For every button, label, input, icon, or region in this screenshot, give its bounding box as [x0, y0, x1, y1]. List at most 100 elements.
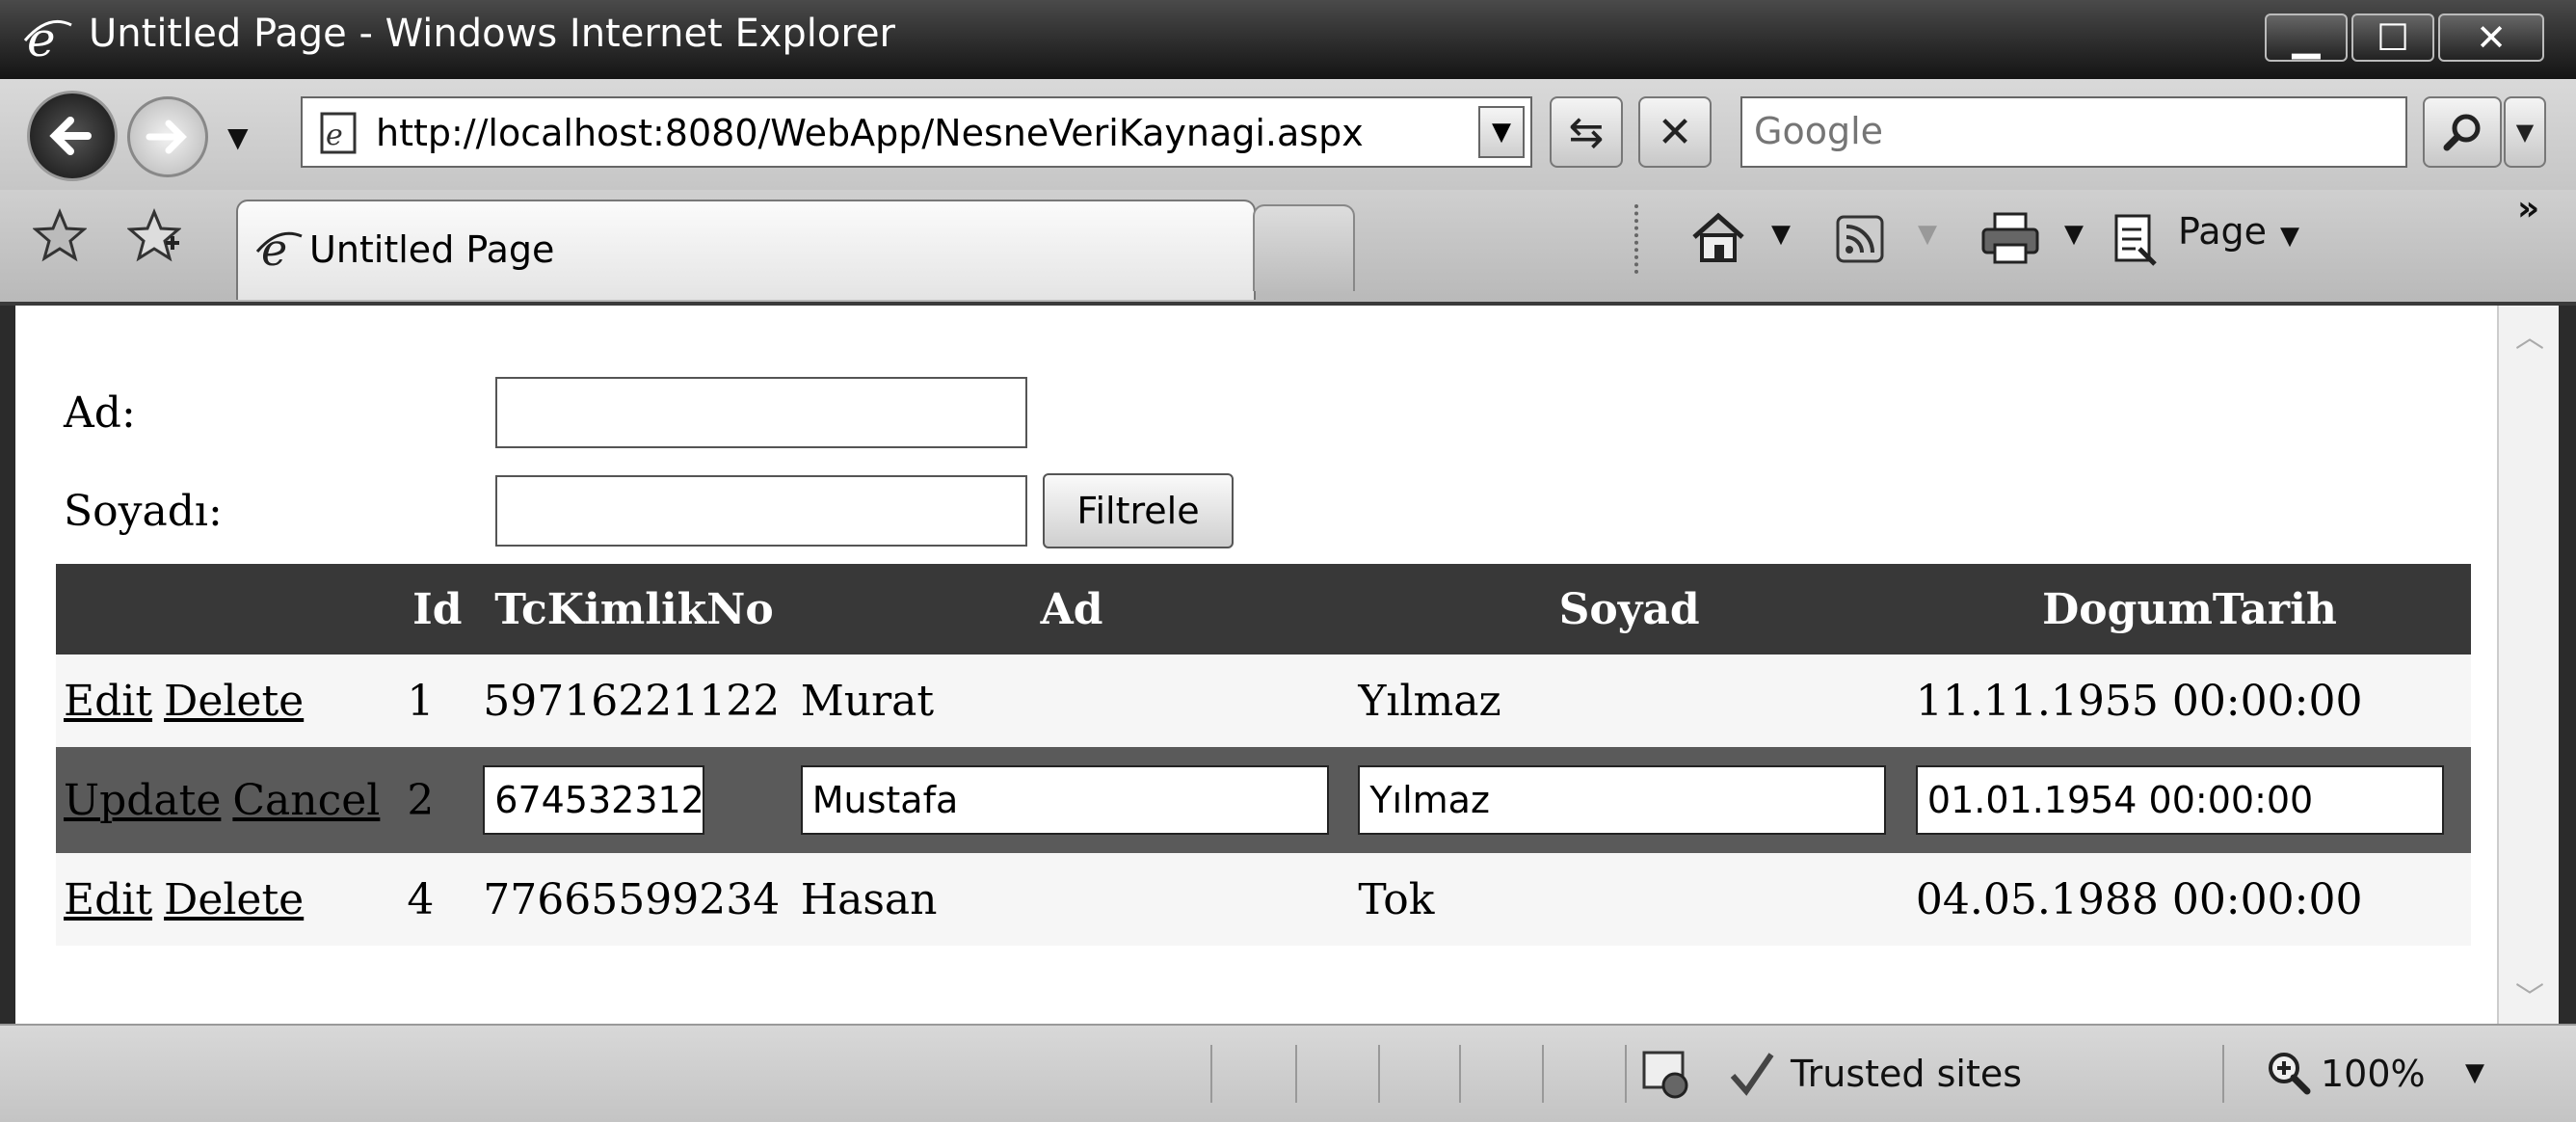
- svg-text:e: e: [261, 225, 287, 273]
- tckimlikno-field[interactable]: 674532312: [483, 765, 705, 835]
- soyadi-label: Soyadı:: [64, 487, 223, 536]
- page-icon: e: [320, 112, 357, 154]
- cancel-link[interactable]: Cancel: [232, 776, 380, 825]
- tab-untitled-page[interactable]: e Untitled Page: [236, 200, 1256, 300]
- stop-button[interactable]: ✕: [1638, 96, 1712, 168]
- scroll-up-icon[interactable]: ︿: [2510, 315, 2549, 355]
- zoom-level[interactable]: 100%: [2321, 1053, 2426, 1095]
- add-favorites-icon[interactable]: [127, 208, 181, 262]
- cell-soyad-edit: Yılmaz: [1350, 747, 1908, 853]
- address-bar[interactable]: e http://localhost:8080/WebApp/NesneVeri…: [301, 96, 1532, 168]
- trusted-check-icon: [1730, 1053, 1774, 1096]
- scroll-down-icon[interactable]: ﹀: [2510, 975, 2549, 1015]
- row-actions: Edit Delete: [56, 853, 400, 946]
- delete-link[interactable]: Delete: [164, 875, 304, 924]
- ad-label: Ad:: [64, 388, 136, 438]
- maximize-button[interactable]: ☐: [2351, 13, 2434, 62]
- table-row: Edit Delete 4 77665599234 Hasan Tok 04.05…: [56, 853, 2471, 946]
- table-row-editing: Update Cancel 2 674532312 Mustafa Yılmaz …: [56, 747, 2471, 853]
- cell-tckimlikno: 59716221122: [475, 654, 793, 747]
- col-header-ad: Ad: [792, 564, 1351, 654]
- grid-header-row: Id TcKimlikNo Ad Soyad DogumTarih: [56, 564, 2471, 654]
- print-dropdown-icon[interactable]: ▼: [2064, 220, 2084, 249]
- cell-soyad: Yılmaz: [1350, 654, 1908, 747]
- search-box[interactable]: [1740, 96, 2407, 168]
- col-header-id: Id: [399, 564, 476, 654]
- cell-ad: Hasan: [792, 853, 1351, 946]
- cell-dogumtarih: 11.11.1955 00:00:00: [1907, 654, 2471, 747]
- vertical-scrollbar[interactable]: ︿ ﹀: [2497, 306, 2559, 1024]
- page-dropdown-icon[interactable]: ▼: [2280, 222, 2299, 251]
- ad-field[interactable]: Mustafa: [800, 765, 1329, 835]
- browser-window: e Untitled Page - Windows Internet Explo…: [0, 0, 2576, 1122]
- ie-logo-icon: e: [23, 12, 72, 66]
- status-bar: Trusted sites 100% ▼: [0, 1024, 2576, 1122]
- row-actions: Edit Delete: [56, 654, 400, 747]
- feeds-dropdown-icon[interactable]: ▼: [1918, 220, 1937, 249]
- cell-dogumtarih: 04.05.1988 00:00:00: [1907, 853, 2471, 946]
- url-text[interactable]: http://localhost:8080/WebApp/NesneVeriKa…: [376, 112, 1364, 154]
- soyad-field[interactable]: Yılmaz: [1358, 765, 1887, 835]
- ad-input[interactable]: [495, 377, 1027, 448]
- new-tab-button[interactable]: [1253, 204, 1355, 291]
- feeds-icon[interactable]: [1835, 214, 1885, 264]
- maximize-icon: ☐: [2376, 16, 2410, 59]
- page-menu-icon[interactable]: [2111, 212, 2161, 266]
- status-separator: [2222, 1045, 2224, 1103]
- soyadi-input[interactable]: [495, 475, 1027, 547]
- home-dropdown-icon[interactable]: ▼: [1771, 220, 1791, 249]
- cell-id: 1: [399, 654, 476, 747]
- status-separator: [1542, 1045, 1544, 1103]
- minimize-button[interactable]: ▁: [2265, 13, 2348, 62]
- cell-dogumtarih-edit: 01.01.1954 00:00:00: [1907, 747, 2471, 853]
- tab-label: Untitled Page: [309, 228, 555, 271]
- forward-button[interactable]: [127, 96, 208, 177]
- security-zone-label[interactable]: Trusted sites: [1791, 1053, 2022, 1095]
- stop-icon: ✕: [1657, 107, 1693, 157]
- svg-text:e: e: [27, 12, 56, 66]
- refresh-button[interactable]: ⇆: [1550, 96, 1623, 168]
- protected-mode-icon[interactable]: [1640, 1047, 1690, 1101]
- print-icon[interactable]: [1979, 210, 2041, 266]
- data-grid: Id TcKimlikNo Ad Soyad DogumTarih Edit De…: [56, 564, 2471, 946]
- address-dropdown-icon[interactable]: ▼: [1478, 106, 1525, 158]
- zoom-dropdown-icon[interactable]: ▼: [2465, 1058, 2484, 1087]
- home-icon[interactable]: [1688, 210, 1748, 264]
- col-header-tckimlikno: TcKimlikNo: [475, 564, 793, 654]
- delete-link[interactable]: Delete: [164, 677, 304, 726]
- col-header-soyad: Soyad: [1350, 564, 1908, 654]
- status-separator: [1378, 1045, 1380, 1103]
- dogumtarih-field[interactable]: 01.01.1954 00:00:00: [1915, 765, 2444, 835]
- search-magnifier-icon: [2443, 114, 2481, 151]
- edit-link[interactable]: Edit: [64, 677, 152, 726]
- zoom-icon: [2269, 1053, 2311, 1095]
- svg-text:e: e: [326, 119, 343, 152]
- table-row: Edit Delete 1 59716221122 Murat Yılmaz 11…: [56, 654, 2471, 747]
- toolbar-separator: [1634, 204, 1642, 274]
- search-input[interactable]: [1742, 98, 2392, 164]
- close-icon: ✕: [2476, 16, 2507, 59]
- status-separator: [1625, 1045, 1627, 1103]
- recent-pages-dropdown-icon[interactable]: ▼: [227, 121, 249, 153]
- back-button[interactable]: [27, 91, 118, 181]
- search-options-icon[interactable]: ▼: [2504, 96, 2546, 168]
- col-header-dogumtarih: DogumTarih: [1907, 564, 2471, 654]
- search-button[interactable]: [2423, 96, 2502, 168]
- col-header-actions: [56, 564, 400, 654]
- page-menu-label[interactable]: Page: [2178, 210, 2267, 253]
- edit-link[interactable]: Edit: [64, 875, 152, 924]
- cell-tckimlikno: 77665599234: [475, 853, 793, 946]
- chevron-more-icon[interactable]: »: [2517, 189, 2539, 228]
- cell-soyad: Tok: [1350, 853, 1908, 946]
- favorites-star-icon[interactable]: [33, 208, 87, 262]
- minimize-icon: ▁: [2292, 16, 2321, 59]
- cell-tckimlikno-edit: 674532312: [475, 747, 793, 853]
- close-window-button[interactable]: ✕: [2438, 13, 2544, 62]
- cell-id: 4: [399, 853, 476, 946]
- title-bar: e Untitled Page - Windows Internet Explo…: [0, 0, 2576, 79]
- status-separator: [1295, 1045, 1297, 1103]
- filtrele-button[interactable]: Filtrele: [1043, 473, 1234, 548]
- page-content: Ad: Soyadı: Filtrele Id TcKimlikNo Ad So…: [15, 306, 2497, 1024]
- update-link[interactable]: Update: [64, 776, 221, 825]
- refresh-icon: ⇆: [1568, 107, 1605, 157]
